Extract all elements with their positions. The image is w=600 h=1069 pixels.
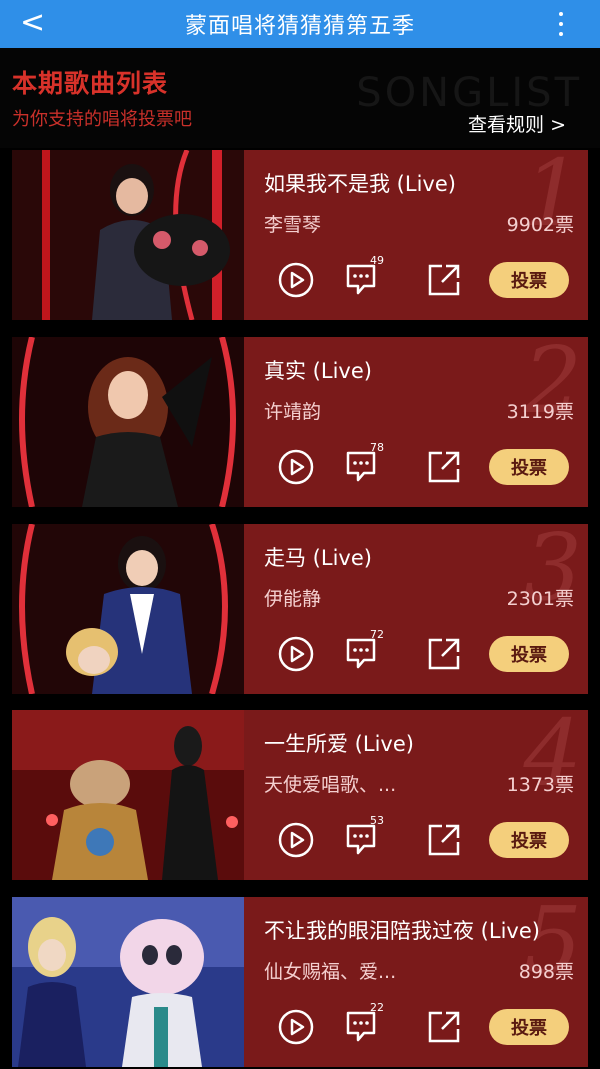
share-icon[interactable] <box>426 636 462 672</box>
play-icon[interactable] <box>278 636 314 672</box>
performer-photo <box>12 524 244 694</box>
comment-icon[interactable]: 22 <box>344 1001 384 1045</box>
comment-count: 78 <box>370 441 384 454</box>
vote-button[interactable]: 投票 <box>489 262 569 298</box>
section-subtitle: 为你支持的唱将投票吧 <box>12 109 192 130</box>
play-icon[interactable] <box>278 449 314 485</box>
view-rules-link[interactable]: 查看规则 > <box>468 110 566 137</box>
song-card[interactable]: 2 真实 (Live) 许靖韵 3119票 78 投票 <box>12 337 588 507</box>
comment-icon[interactable]: 72 <box>344 628 384 672</box>
performer-photo <box>12 710 244 880</box>
top-bar: < 蒙面唱将猜猜猜第五季 <box>0 0 600 48</box>
back-icon[interactable]: < <box>20 8 45 38</box>
comment-count: 49 <box>370 254 384 267</box>
song-title: 不让我的眼泪陪我过夜 (Live) <box>264 919 540 943</box>
comment-icon[interactable]: 53 <box>344 814 384 858</box>
singer-name: 伊能静 <box>264 588 322 610</box>
song-title: 真实 (Live) <box>264 359 372 383</box>
vote-count: 9902票 <box>506 214 574 236</box>
section-title: 本期歌曲列表 <box>12 69 169 98</box>
vote-count: 898票 <box>518 961 574 983</box>
share-icon[interactable] <box>426 449 462 485</box>
play-icon[interactable] <box>278 262 314 298</box>
comment-count: 53 <box>370 814 384 827</box>
singer-name: 天使爱唱歌、... <box>264 774 397 796</box>
performer-photo <box>12 897 244 1067</box>
vote-button[interactable]: 投票 <box>489 449 569 485</box>
play-icon[interactable] <box>278 1009 314 1045</box>
song-card[interactable]: 3 走马 (Live) 伊能静 2301票 72 投票 <box>12 524 588 694</box>
play-icon[interactable] <box>278 822 314 858</box>
vote-button[interactable]: 投票 <box>489 822 569 858</box>
vote-button[interactable]: 投票 <box>489 636 569 672</box>
song-card[interactable]: 5 不让我的眼泪陪我过夜 (Live) 仙女赐福、爱... 898票 22 投票 <box>12 897 588 1067</box>
song-card[interactable]: 4 一生所爱 (Live) 天使爱唱歌、... 1373票 53 投票 <box>12 710 588 880</box>
vote-count: 3119票 <box>506 401 574 423</box>
song-card[interactable]: 1 如果我不是我 (Live) 李雪琴 9902票 49 投票 <box>12 150 588 320</box>
vote-button[interactable]: 投票 <box>489 1009 569 1045</box>
comment-count: 22 <box>370 1001 384 1014</box>
more-options-icon[interactable] <box>558 12 564 36</box>
comment-count: 72 <box>370 628 384 641</box>
songlist-header: 本期歌曲列表 为你支持的唱将投票吧 SONGLIST 查看规则 > <box>0 48 600 148</box>
comment-icon[interactable]: 49 <box>344 254 384 298</box>
singer-name: 仙女赐福、爱... <box>264 961 397 983</box>
singer-name: 李雪琴 <box>264 214 322 236</box>
page-title: 蒙面唱将猜猜猜第五季 <box>184 14 415 39</box>
comment-icon[interactable]: 78 <box>344 441 384 485</box>
share-icon[interactable] <box>426 822 462 858</box>
share-icon[interactable] <box>426 1009 462 1045</box>
song-title: 走马 (Live) <box>264 546 372 570</box>
song-title: 如果我不是我 (Live) <box>264 172 456 196</box>
singer-name: 许靖韵 <box>264 401 322 423</box>
performer-photo <box>12 337 244 507</box>
song-title: 一生所爱 (Live) <box>264 732 414 756</box>
share-icon[interactable] <box>426 262 462 298</box>
vote-count: 1373票 <box>506 774 574 796</box>
vote-count: 2301票 <box>506 588 574 610</box>
performer-photo <box>12 150 244 320</box>
